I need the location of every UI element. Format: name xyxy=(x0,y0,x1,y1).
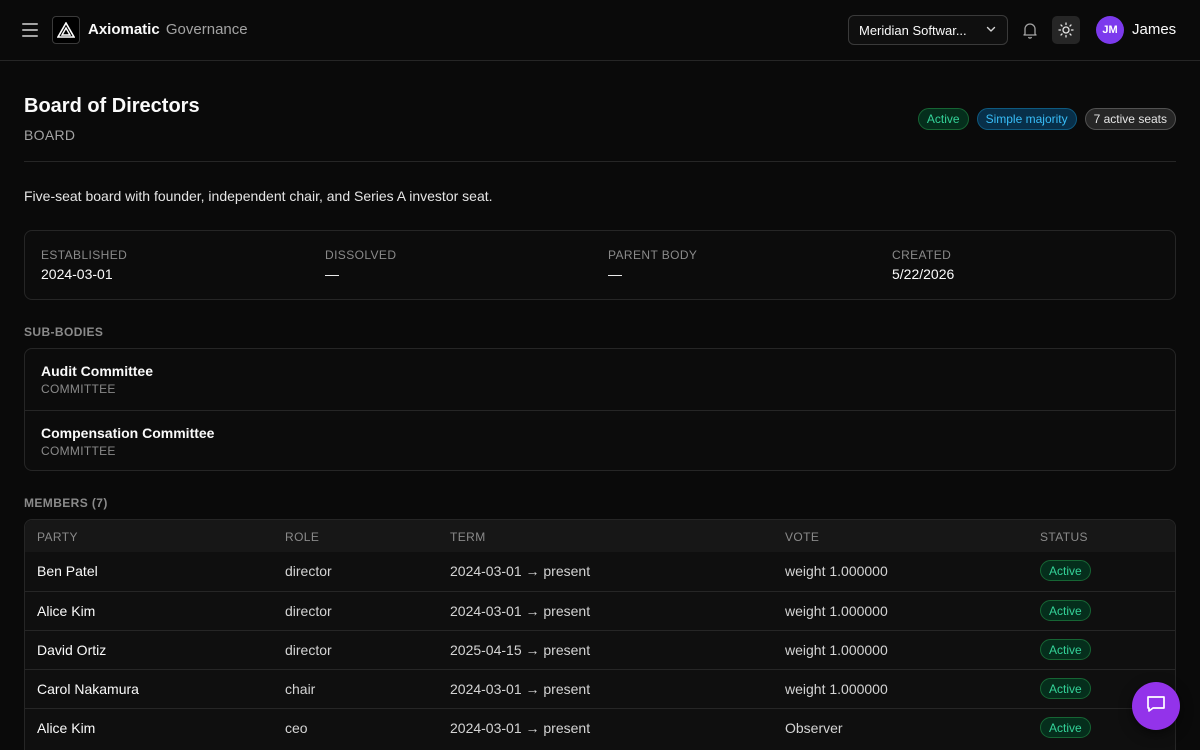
voting-rule-badge: Simple majority xyxy=(976,108,1077,130)
column-header-party[interactable]: PARTY xyxy=(37,530,78,544)
page-title: Board of Directors xyxy=(24,95,200,117)
seats-badge: 7 active seats xyxy=(1084,108,1176,130)
party-cell[interactable]: Alice Kim xyxy=(37,603,95,619)
sub-body-name: Compensation Committee xyxy=(41,425,215,441)
fact-label: PARENT BODY xyxy=(608,248,698,262)
brand-sub: Governance xyxy=(165,21,248,38)
status-badge: Active xyxy=(1040,717,1091,738)
fact-label: CREATED xyxy=(892,248,952,262)
members-heading: MEMBERS (7) xyxy=(24,496,108,510)
sun-icon[interactable] xyxy=(1052,16,1080,44)
column-header-status[interactable]: STATUS xyxy=(1040,530,1088,544)
party-cell[interactable]: Ben Patel xyxy=(37,563,98,579)
role-cell: director xyxy=(285,642,332,658)
top-bar: Axiomatic Governance Meridian Softwar...… xyxy=(0,0,1200,61)
user-name[interactable]: James xyxy=(1132,21,1176,38)
status-badge: Active xyxy=(1040,600,1091,621)
bell-icon[interactable] xyxy=(1020,20,1040,40)
fact-established: ESTABLISHED 2024-03-01 xyxy=(41,248,127,282)
chat-bubble-icon xyxy=(1145,693,1167,720)
facts-card: ESTABLISHED 2024-03-01 DISSOLVED — PAREN… xyxy=(24,230,1176,300)
vote-cell: weight 1.000000 xyxy=(785,681,888,697)
vote-cell: weight 1.000000 xyxy=(785,642,888,658)
menu-icon[interactable] xyxy=(20,20,40,40)
party-cell[interactable]: David Ortiz xyxy=(37,642,106,658)
chat-button[interactable] xyxy=(1132,682,1180,730)
brand-name[interactable]: Axiomatic Governance xyxy=(88,21,248,38)
column-header-vote[interactable]: VOTE xyxy=(785,530,819,544)
table-row[interactable]: Carol Nakamura chair 2024-03-01 → presen… xyxy=(25,669,1175,708)
term-cell: 2024-03-01 → present xyxy=(450,563,591,579)
org-selector-value: Meridian Softwar... xyxy=(859,22,967,38)
term-cell: 2024-03-01 → present xyxy=(450,681,591,697)
fact-value: 5/22/2026 xyxy=(892,266,955,282)
triangle-logo-icon[interactable] xyxy=(52,16,80,44)
role-cell: director xyxy=(285,563,332,579)
term-cell: 2025-04-15 → present xyxy=(450,642,591,658)
sub-body-type: COMMITTEE xyxy=(41,382,116,396)
fact-value: 2024-03-01 xyxy=(41,266,113,282)
fact-label: DISSOLVED xyxy=(325,248,397,262)
party-cell[interactable]: Alice Kim xyxy=(37,720,95,736)
status-badge: Active xyxy=(1040,560,1091,581)
fact-created: CREATED 5/22/2026 xyxy=(892,248,954,282)
description: Five-seat board with founder, independen… xyxy=(24,188,493,204)
sub-bodies-heading: SUB-BODIES xyxy=(24,325,104,339)
status-badge-active: Active xyxy=(917,108,969,130)
table-row[interactable]: Alice Kim ceo 2024-03-01 → present Obser… xyxy=(25,708,1175,747)
role-cell: ceo xyxy=(285,720,308,736)
column-header-role[interactable]: ROLE xyxy=(285,530,319,544)
vote-cell: Observer xyxy=(785,720,843,736)
org-selector[interactable]: Meridian Softwar... xyxy=(848,15,1008,45)
list-item[interactable]: Audit Committee COMMITTEE xyxy=(25,349,1175,410)
chevron-down-icon xyxy=(985,23,997,38)
role-cell: director xyxy=(285,603,332,619)
sub-body-name: Audit Committee xyxy=(41,363,153,379)
status-badges: Active Simple majority 7 active seats xyxy=(917,108,1176,130)
brand-main: Axiomatic xyxy=(88,21,160,38)
avatar[interactable]: JM xyxy=(1096,16,1124,44)
page-kind: BOARD xyxy=(24,127,76,143)
party-cell[interactable]: Carol Nakamura xyxy=(37,681,139,697)
vote-cell: weight 1.000000 xyxy=(785,603,888,619)
divider xyxy=(24,161,1176,162)
members-table: PARTY ROLE TERM VOTE STATUS Ben Patel di… xyxy=(24,519,1176,750)
term-cell: 2024-03-01 → present xyxy=(450,603,591,619)
vote-cell: weight 1.000000 xyxy=(785,563,888,579)
list-item[interactable]: Compensation Committee COMMITTEE xyxy=(25,410,1175,470)
status-badge: Active xyxy=(1040,678,1091,699)
table-row[interactable]: Alice Kim director 2024-03-01 → present … xyxy=(25,591,1175,630)
term-cell: 2024-03-01 → present xyxy=(450,720,591,736)
status-badge: Active xyxy=(1040,639,1091,660)
table-row[interactable]: David Ortiz director 2025-04-15 → presen… xyxy=(25,630,1175,669)
column-header-term[interactable]: TERM xyxy=(450,530,486,544)
fact-value: — xyxy=(325,266,339,282)
table-row[interactable]: Ben Patel director 2024-03-01 → present … xyxy=(25,552,1175,591)
sub-bodies-list: Audit Committee COMMITTEE Compensation C… xyxy=(24,348,1176,471)
sub-body-type: COMMITTEE xyxy=(41,444,116,458)
table-header: PARTY ROLE TERM VOTE STATUS xyxy=(25,520,1175,552)
fact-dissolved: DISSOLVED — xyxy=(325,248,396,282)
fact-value: — xyxy=(608,266,622,282)
fact-label: ESTABLISHED xyxy=(41,248,128,262)
role-cell: chair xyxy=(285,681,316,697)
fact-parent-body: PARENT BODY — xyxy=(608,248,697,282)
